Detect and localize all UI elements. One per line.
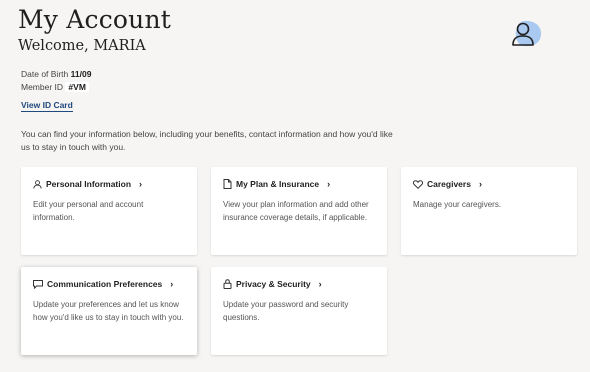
card-communication-preferences[interactable]: Communication Preferences › Update your … xyxy=(21,267,197,355)
card-description: Edit your personal and account informati… xyxy=(33,200,144,222)
avatar[interactable] xyxy=(510,19,544,49)
dob-value: 11/09 xyxy=(70,69,92,79)
chevron-right-icon: › xyxy=(327,179,331,189)
heart-icon xyxy=(413,179,423,189)
welcome-message: Welcome, MARIA xyxy=(18,38,146,54)
card-title: Personal Information xyxy=(46,179,132,189)
view-id-card-link[interactable]: View ID Card xyxy=(21,100,73,112)
intro-text: You can find your information below, inc… xyxy=(21,129,393,152)
card-privacy-security[interactable]: Privacy & Security › Update your passwor… xyxy=(211,267,387,355)
member-id: Member ID #VM xyxy=(21,82,89,92)
card-header[interactable]: Communication Preferences › xyxy=(33,279,173,289)
member-id-label: Member ID xyxy=(21,82,64,92)
card-title: Privacy & Security xyxy=(236,279,311,289)
card-description: Update your preferences and let us know … xyxy=(33,300,184,322)
card-header[interactable]: Privacy & Security › xyxy=(223,279,322,289)
chevron-right-icon: › xyxy=(170,279,174,289)
card-description: View your plan information and add other… xyxy=(223,200,369,222)
lock-icon xyxy=(223,279,232,289)
card-title: Communication Preferences xyxy=(47,279,163,289)
card-header[interactable]: My Plan & Insurance › xyxy=(223,179,330,189)
card-header[interactable]: Personal Information › xyxy=(33,179,142,189)
person-icon xyxy=(33,179,42,189)
user-avatar-icon xyxy=(512,20,542,47)
document-icon xyxy=(223,179,232,189)
page-title: My Account xyxy=(18,5,172,34)
card-caregivers[interactable]: Caregivers › Manage your caregivers. xyxy=(401,167,577,255)
chevron-right-icon: › xyxy=(318,279,322,289)
card-description: Update your password and security questi… xyxy=(223,300,349,322)
chevron-right-icon: › xyxy=(478,179,482,189)
member-id-value: #VM xyxy=(65,82,89,92)
card-title: Caregivers xyxy=(427,179,471,189)
dob-label: Date of Birth xyxy=(21,69,69,79)
chevron-right-icon: › xyxy=(139,179,143,189)
card-title: My Plan & Insurance xyxy=(236,179,320,189)
card-header[interactable]: Caregivers › xyxy=(413,179,482,189)
card-description: Manage your caregivers. xyxy=(413,200,502,209)
card-my-plan-insurance[interactable]: My Plan & Insurance › View your plan inf… xyxy=(211,167,387,255)
chat-bubble-icon xyxy=(33,279,43,289)
card-personal-information[interactable]: Personal Information › Edit your persona… xyxy=(21,167,197,255)
date-of-birth: Date of Birth 11/09 xyxy=(21,69,91,79)
